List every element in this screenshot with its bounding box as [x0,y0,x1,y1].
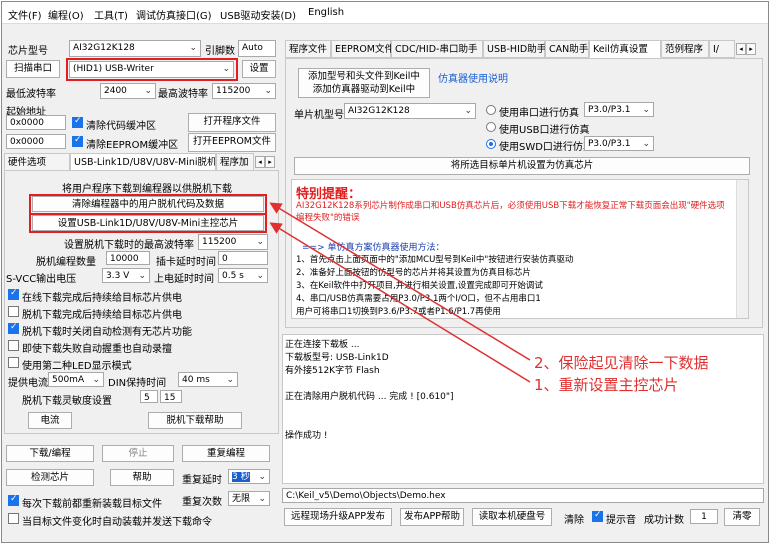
annotation-arrows [269,202,531,383]
annotation-master: 1、重新设置主控芯片 [534,376,679,394]
app-window: 文件(F) 编程(O) 工具(T) 调试仿真接口(G) USB驱动安装(D) E… [1,1,769,543]
annotation-clear: 2、保险起见清除一下数据 [534,354,709,372]
arrow-to-clear [269,202,531,361]
arrow-to-master [269,222,531,383]
